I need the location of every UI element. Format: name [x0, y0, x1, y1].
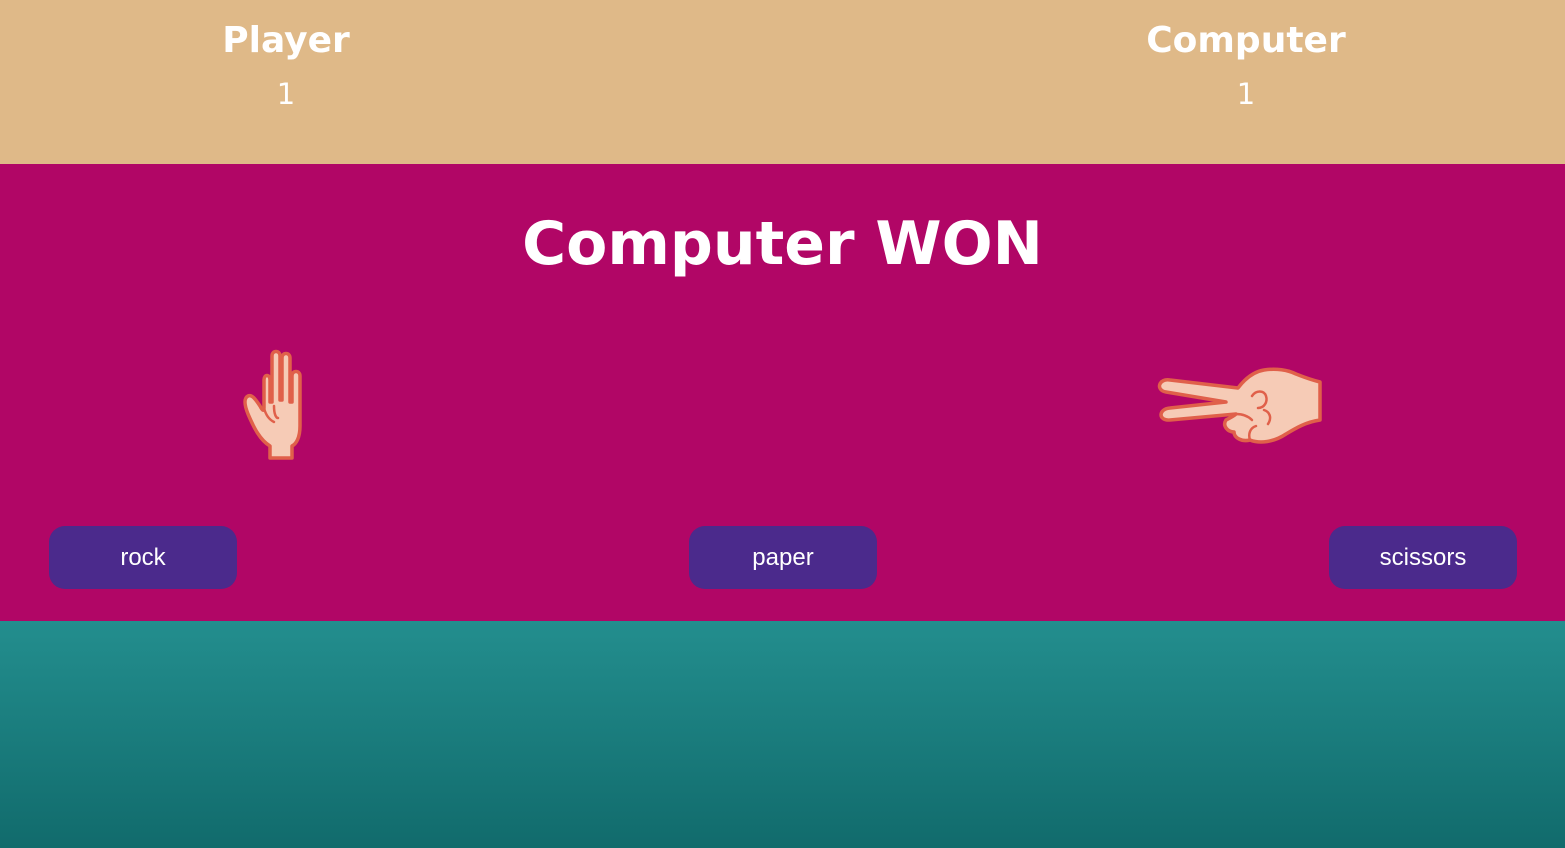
- player-score-panel: Player 1: [136, 0, 436, 111]
- player-score: 1: [276, 77, 296, 111]
- result-message: Computer WON: [522, 209, 1043, 279]
- computer-score: 1: [1236, 77, 1256, 111]
- raised-hand-icon: [243, 349, 302, 460]
- footer-band: [0, 621, 1565, 848]
- paper-button[interactable]: paper: [689, 526, 877, 589]
- computer-score-panel: Computer 1: [1096, 0, 1396, 111]
- scoreboard: Player 1 Computer 1: [0, 0, 1565, 164]
- victory-hand-icon: [1157, 367, 1322, 444]
- scissors-button[interactable]: scissors: [1329, 526, 1517, 589]
- rock-button[interactable]: rock: [49, 526, 237, 589]
- player-label: Player: [222, 20, 350, 61]
- computer-label: Computer: [1146, 20, 1346, 61]
- game-arena: Computer WON rock paper scissors: [0, 164, 1565, 621]
